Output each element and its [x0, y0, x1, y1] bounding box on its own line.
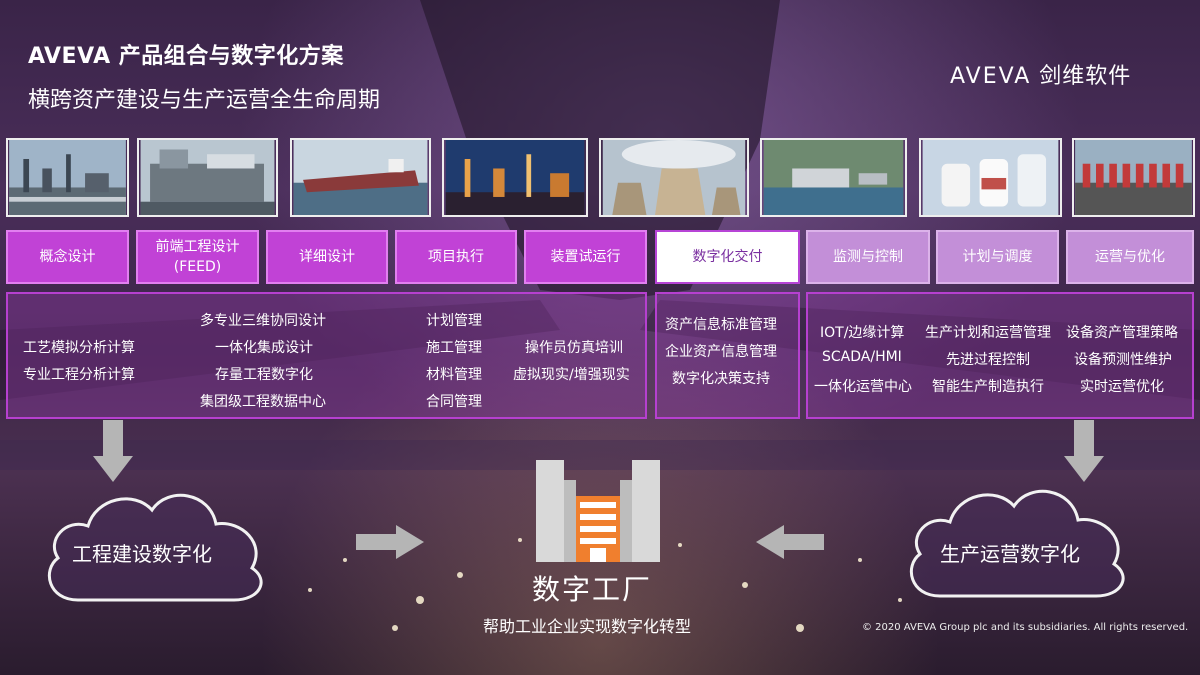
panel-item: 一体化运营中心: [814, 379, 912, 395]
stage-commissioning[interactable]: 装置试运行: [524, 230, 647, 284]
digital-factory-icon: [536, 460, 660, 562]
stage-detailed-design[interactable]: 详细设计: [266, 230, 388, 284]
panel-item: 工艺模拟分析计算: [23, 340, 135, 356]
photo-cargo-ship: [290, 138, 431, 217]
panel-item: IOT/边缘计算: [820, 325, 905, 341]
arrow-left-icon: [756, 525, 824, 559]
stage-label: 前端工程设计 (FEED): [155, 239, 240, 275]
stage-concept-design[interactable]: 概念设计: [6, 230, 129, 284]
photo-refinery-night: [442, 138, 588, 217]
panel-item: 集团级工程数据中心: [200, 394, 326, 410]
cloud-left-label: 工程建设数字化: [72, 542, 212, 566]
logo-chinese: 剑维软件: [1039, 64, 1132, 89]
photo-medical-bottles: [919, 138, 1062, 217]
panel-item: 一体化集成设计: [215, 340, 313, 356]
logo-brand: AVEVA: [950, 64, 1032, 89]
stage-label: 装置试运行: [550, 249, 621, 265]
panel-item: 计划管理: [426, 313, 482, 329]
page-subtitle: 横跨资产建设与生产运营全生命周期: [28, 88, 381, 113]
panel-item: SCADA/HMI: [822, 349, 902, 365]
panel-item: 施工管理: [426, 340, 482, 356]
aveva-logo: AVEVA 剑维软件: [950, 58, 1131, 90]
factory-subtitle: 帮助工业企业实现数字化转型: [483, 617, 692, 636]
arrow-down-left-icon: [93, 420, 133, 482]
panel-item: 企业资产信息管理: [665, 344, 777, 360]
panel-item: 生产计划和运营管理: [925, 325, 1051, 341]
panel-item: 设备资产管理策略: [1066, 325, 1178, 341]
panel-item: 先进过程控制: [946, 352, 1030, 368]
stage-label: 监测与控制: [833, 249, 903, 265]
photo-refinery-plant: [6, 138, 129, 217]
stage-label: 项目执行: [428, 249, 484, 265]
stage-planning-scheduling[interactable]: 计划与调度: [936, 230, 1059, 284]
panel-item: 数字化决策支持: [672, 371, 770, 387]
stage-operations-optimization[interactable]: 运营与优化: [1066, 230, 1194, 284]
panel-item: 操作员仿真培训: [525, 340, 623, 356]
panel-digital-delivery: 资产信息标准管理 企业资产信息管理 数字化决策支持: [655, 292, 800, 419]
panel-engineering: 工艺模拟分析计算 专业工程分析计算 多专业三维协同设计 一体化集成设计 存量工程…: [6, 292, 647, 419]
panel-item: 智能生产制造执行: [932, 379, 1044, 395]
stage-digital-delivery[interactable]: 数字化交付: [655, 230, 800, 284]
panel-item: 多专业三维协同设计: [200, 313, 326, 329]
page-title: AVEVA 产品组合与数字化方案: [28, 44, 344, 69]
panel-item: 虚拟现实/增强现实: [513, 367, 630, 383]
panel-item: 材料管理: [426, 367, 482, 383]
stage-label: 详细设计: [299, 249, 355, 265]
cloud-right-label: 生产运营数字化: [940, 542, 1080, 566]
panel-item: 专业工程分析计算: [23, 367, 135, 383]
panel-item: 资产信息标准管理: [665, 317, 777, 333]
stage-feed[interactable]: 前端工程设计 (FEED): [136, 230, 259, 284]
stage-label: 计划与调度: [962, 249, 1033, 265]
stage-monitoring-control[interactable]: 监测与控制: [806, 230, 930, 284]
factory-title: 数字工厂: [532, 573, 653, 606]
panel-item: 实时运营优化: [1080, 379, 1164, 395]
photo-coastal-plant: [760, 138, 907, 217]
copyright-text: © 2020 AVEVA Group plc and its subsidiar…: [862, 622, 1189, 633]
stage-project-execution[interactable]: 项目执行: [395, 230, 517, 284]
arrow-right-icon: [356, 525, 424, 559]
panel-item: 设备预测性维护: [1074, 352, 1172, 368]
photo-bottling-line: [1072, 138, 1195, 217]
stage-label: 概念设计: [39, 249, 96, 265]
panel-item: 合同管理: [426, 394, 482, 410]
panel-operations: IOT/边缘计算 SCADA/HMI 一体化运营中心 生产计划和运营管理 先进过…: [806, 292, 1194, 419]
photo-cooling-towers: [599, 138, 749, 217]
panel-item: 存量工程数字化: [215, 367, 313, 383]
stage-label: 数字化交付: [692, 249, 763, 265]
photo-offshore-platform: [137, 138, 278, 217]
stage-label: 运营与优化: [1095, 249, 1165, 265]
arrow-down-right-icon: [1064, 420, 1104, 482]
